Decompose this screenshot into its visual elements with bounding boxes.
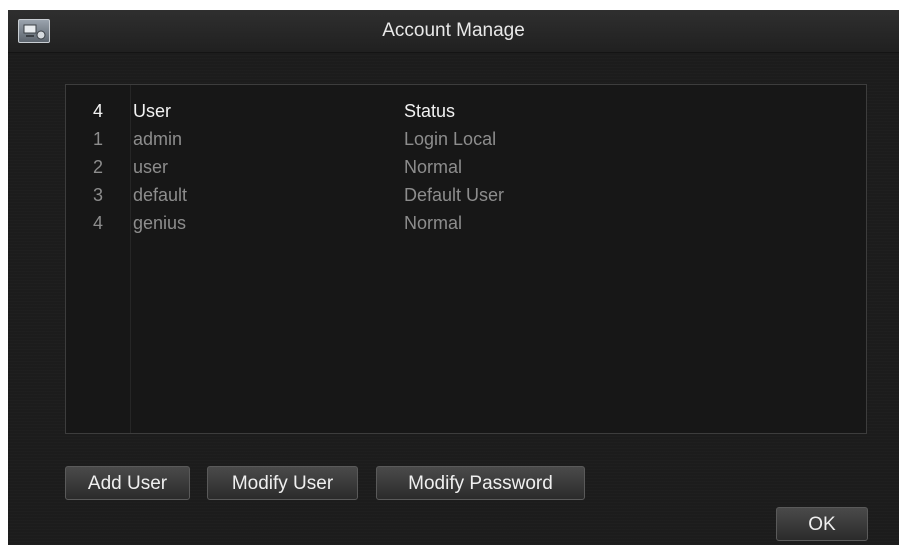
row-user: admin (133, 129, 183, 149)
account-manage-dialog: Account Manage 4 User Status 1 admin Log… (8, 10, 899, 545)
title-bar: Account Manage (8, 10, 899, 53)
row-user: genius (133, 213, 187, 233)
table-row[interactable]: 3 default Default User (66, 181, 866, 209)
row-user: default (133, 185, 188, 205)
row-index: 2 (92, 157, 103, 177)
user-column-header: User (133, 101, 172, 121)
row-user: user (133, 157, 169, 177)
row-status: Default User (404, 185, 505, 205)
ok-button[interactable]: OK (776, 507, 868, 541)
dialog-title: Account Manage (382, 20, 525, 41)
modify-user-button[interactable]: Modify User (207, 466, 358, 500)
table-row[interactable]: 2 user Normal (66, 153, 866, 181)
row-status: Normal (404, 213, 463, 233)
status-column-header: Status (404, 101, 456, 121)
table-header: 4 User Status (66, 97, 866, 125)
row-status: Login Local (404, 129, 497, 149)
table-row[interactable]: 4 genius Normal (66, 209, 866, 237)
row-index: 3 (92, 185, 103, 205)
row-index: 1 (92, 129, 103, 149)
row-status: Normal (404, 157, 463, 177)
row-index: 4 (92, 213, 103, 233)
modify-password-button[interactable]: Modify Password (376, 466, 585, 500)
table-row[interactable]: 1 admin Login Local (66, 125, 866, 153)
add-user-button[interactable]: Add User (65, 466, 190, 500)
user-count-header: 4 (92, 101, 103, 121)
user-list[interactable]: 4 User Status 1 admin Login Local 2 user… (65, 84, 867, 434)
